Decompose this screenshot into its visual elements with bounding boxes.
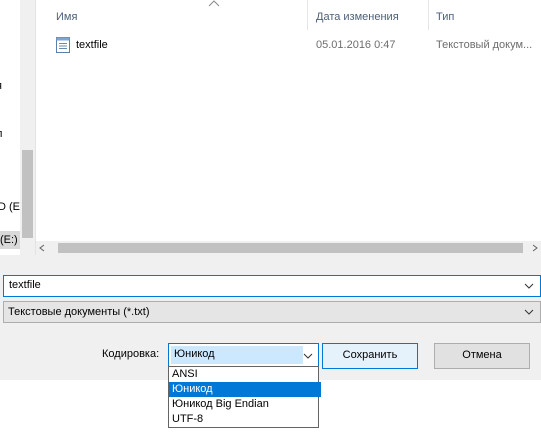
column-separator[interactable] (307, 0, 308, 30)
nav-item-drive-d[interactable]: D (E (0, 201, 22, 213)
scroll-right-icon[interactable] (531, 244, 539, 252)
scroll-left-icon[interactable] (38, 244, 46, 252)
encoding-label: Кодировка: (102, 348, 160, 360)
nav-item-label: D (E (0, 201, 20, 213)
save-button[interactable]: Сохранить (322, 343, 418, 369)
filetype-value: Текстовые документы (*.txt) (8, 306, 150, 318)
nav-item-2[interactable]: л (0, 128, 20, 140)
file-type: Текстовый докум... (436, 39, 533, 51)
encoding-option-unicode-big-endian[interactable]: Юникод Big Endian (169, 397, 321, 412)
nav-item-label: л (0, 128, 2, 140)
filetype-select[interactable]: Текстовые документы (*.txt) (3, 301, 541, 323)
filename-input[interactable]: textfile (3, 275, 541, 297)
encoding-option-unicode[interactable]: Юникод (169, 382, 321, 397)
encoding-select[interactable]: Юникод (168, 343, 319, 367)
column-date[interactable]: Дата изменения (316, 11, 399, 23)
horizontal-scrollbar-thumb[interactable] (58, 243, 523, 253)
column-header: Имя Дата изменения Тип (36, 0, 541, 34)
column-name[interactable]: Имя (56, 11, 77, 23)
nav-item-1[interactable]: я (0, 80, 20, 92)
column-type[interactable]: Тип (436, 11, 454, 23)
chevron-down-icon[interactable] (524, 308, 534, 316)
file-date: 05.01.2016 0:47 (316, 39, 396, 51)
nav-item-drive-e[interactable]: (E:) (0, 231, 20, 249)
file-row[interactable]: textfile 05.01.2016 0:47 Текстовый докум… (50, 34, 541, 56)
encoding-option-utf8[interactable]: UTF-8 (169, 412, 321, 427)
filename-value: textfile (9, 279, 41, 291)
nav-item-label: (E:) (0, 234, 18, 246)
text-file-icon (56, 37, 70, 53)
cancel-button[interactable]: Отмена (434, 343, 530, 369)
encoding-option-ansi[interactable]: ANSI (169, 367, 321, 382)
file-name: textfile (76, 39, 108, 51)
encoding-dropdown-list: ANSI Юникод Юникод Big Endian UTF-8 (168, 366, 321, 428)
chevron-down-icon[interactable] (524, 282, 534, 290)
sort-up-icon (208, 0, 220, 7)
column-separator[interactable] (428, 0, 429, 30)
encoding-selected-value: Юникод (171, 346, 303, 364)
nav-item-label: я (0, 80, 2, 92)
nav-scrollbar-thumb[interactable] (22, 150, 33, 238)
chevron-down-icon[interactable] (303, 352, 313, 360)
